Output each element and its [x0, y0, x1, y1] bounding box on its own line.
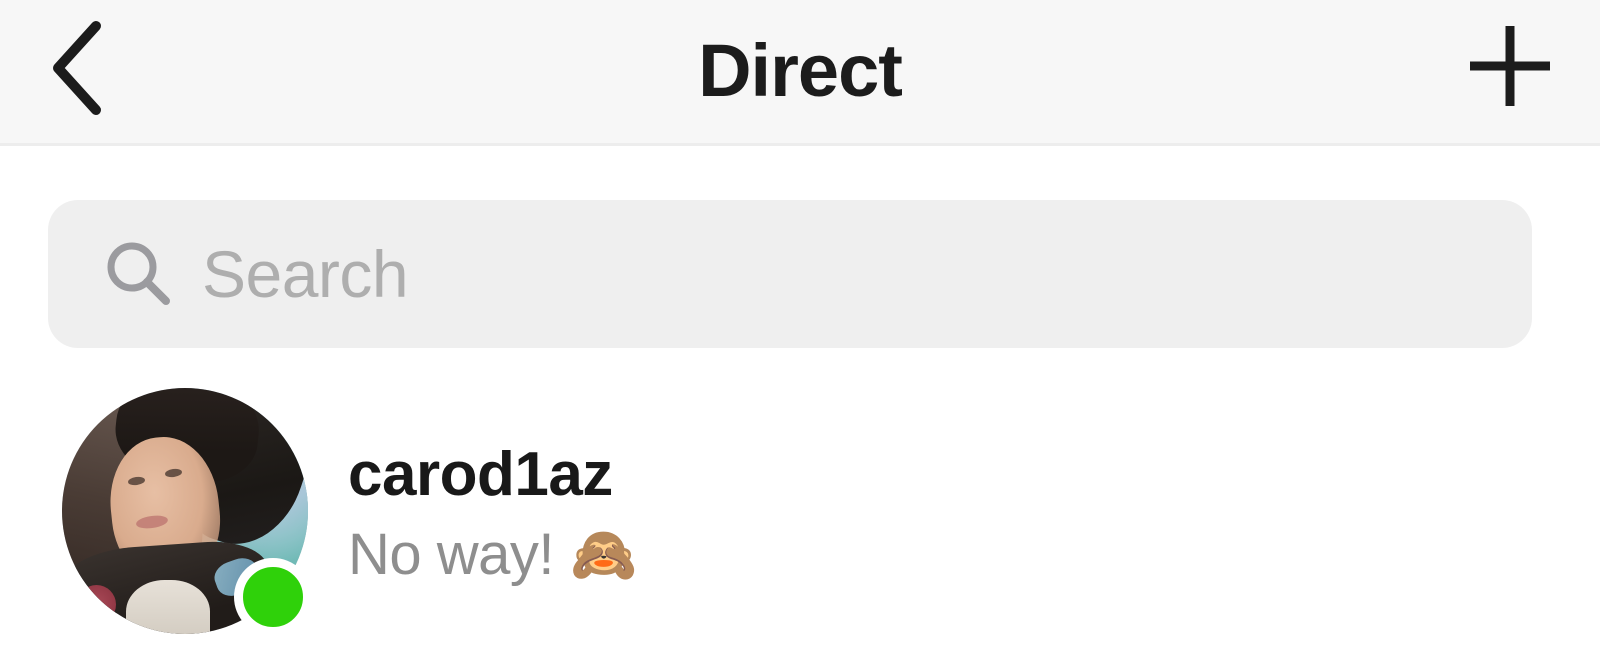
search-icon	[96, 232, 180, 316]
thread-text-block: carod1az No way! 🙈	[348, 440, 1600, 587]
see-no-evil-monkey-emoji: 🙈	[570, 524, 637, 585]
search-input[interactable]: Search	[48, 200, 1532, 348]
app-header: Direct	[0, 0, 1600, 146]
search-placeholder-text: Search	[202, 237, 409, 311]
online-status-indicator	[234, 558, 312, 636]
plus-icon	[1460, 16, 1560, 121]
thread-preview: No way! 🙈	[348, 523, 1600, 587]
new-message-button[interactable]	[1450, 8, 1570, 128]
direct-messages-screen: Direct Search carod1az No way! 🙈	[0, 0, 1600, 662]
page-title: Direct	[698, 28, 903, 112]
thread-username: carod1az	[348, 440, 613, 509]
avatar[interactable]	[62, 388, 312, 636]
thread-preview-text: No way!	[348, 521, 555, 587]
thread-list-item[interactable]: carod1az No way! 🙈	[0, 368, 1600, 662]
